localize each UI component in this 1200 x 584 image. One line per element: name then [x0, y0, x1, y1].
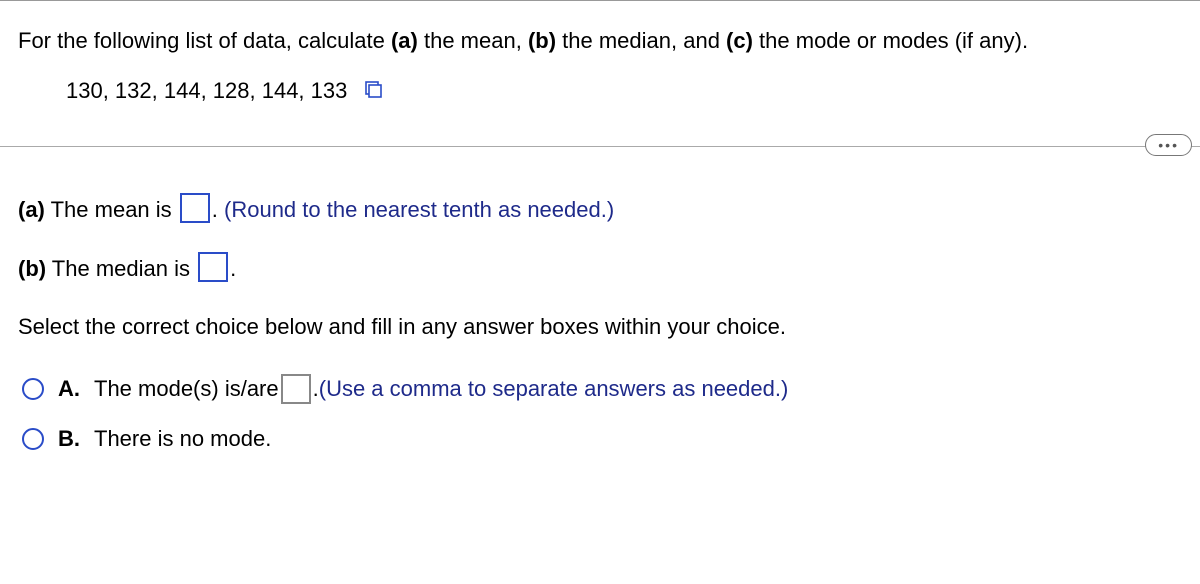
- data-line: 130, 132, 144, 128, 144, 133: [18, 57, 1182, 136]
- choice-b-letter: B.: [58, 423, 80, 455]
- mode-input[interactable]: [281, 374, 311, 404]
- choice-a-label: A. The mode(s) is/are . (Use a comma to …: [58, 373, 788, 405]
- stem-c-text: the mode or modes (if any).: [753, 28, 1028, 53]
- stem-a-bold: (a): [391, 28, 418, 53]
- part-a-tail: .: [212, 197, 224, 222]
- copy-icon[interactable]: [363, 76, 383, 108]
- stem-b-bold: (b): [528, 28, 556, 53]
- answers-block: (a) The mean is . (Round to the nearest …: [0, 147, 1200, 454]
- choice-a-hint: (Use a comma to separate answers as need…: [319, 373, 789, 405]
- choice-a-radio[interactable]: [22, 378, 44, 400]
- part-a-bold: (a): [18, 197, 45, 222]
- question-page: For the following list of data, calculat…: [0, 0, 1200, 584]
- median-input[interactable]: [198, 252, 228, 282]
- choice-b-text: There is no mode.: [94, 423, 271, 455]
- stem-a-text: the mean,: [418, 28, 528, 53]
- choice-b-row: B. There is no mode.: [18, 423, 1182, 455]
- stem-b-text: the median, and: [556, 28, 726, 53]
- choice-instruction: Select the correct choice below and fill…: [18, 311, 1182, 343]
- choice-a-lead: The mode(s) is/are: [94, 373, 279, 405]
- divider: •••: [0, 146, 1200, 147]
- choice-a-row: A. The mode(s) is/are . (Use a comma to …: [18, 373, 1182, 405]
- part-a-line: (a) The mean is . (Round to the nearest …: [18, 193, 1182, 226]
- data-values: 130, 132, 144, 128, 144, 133: [66, 78, 347, 103]
- part-b-line: (b) The median is .: [18, 252, 1182, 285]
- part-a-hint: (Round to the nearest tenth as needed.): [224, 197, 614, 222]
- choice-b-radio[interactable]: [22, 428, 44, 450]
- more-options-button[interactable]: •••: [1145, 134, 1192, 156]
- stem-c-bold: (c): [726, 28, 753, 53]
- part-a-lead: The mean is: [45, 197, 178, 222]
- stem-prefix: For the following list of data, calculat…: [18, 28, 391, 53]
- more-label: •••: [1158, 137, 1179, 153]
- choice-b-label: B. There is no mode.: [58, 423, 271, 455]
- choice-a-letter: A.: [58, 373, 80, 405]
- part-b-bold: (b): [18, 256, 46, 281]
- mean-input[interactable]: [180, 193, 210, 223]
- question-stem: For the following list of data, calculat…: [0, 1, 1200, 136]
- part-b-tail: .: [230, 256, 236, 281]
- part-b-lead: The median is: [46, 256, 196, 281]
